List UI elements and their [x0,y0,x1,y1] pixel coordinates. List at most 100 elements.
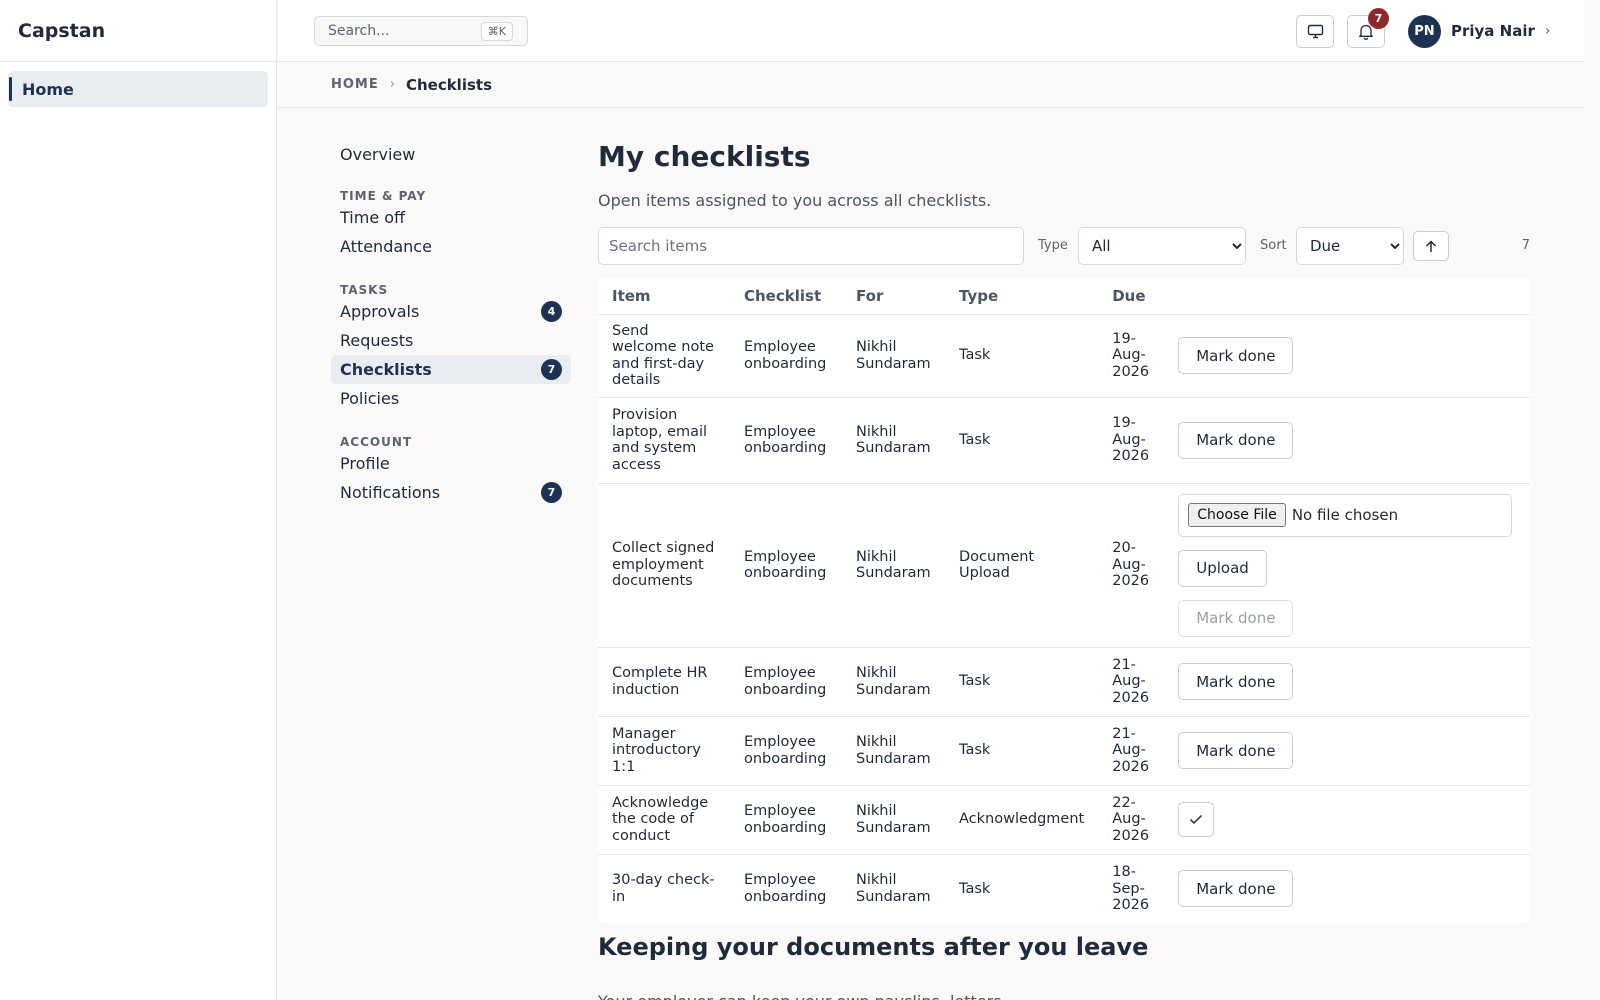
top-bar: ⌘K 7 PN Priya Nair › [278,0,1584,62]
cell-type: Task [945,647,1099,717]
sort-label: Sort [1260,238,1287,253]
global-search[interactable]: ⌘K [314,16,528,46]
cell-item: Complete HR induction [598,647,730,717]
arrow-up-icon [1425,239,1437,252]
subnav-requests[interactable]: Requests [331,326,571,355]
table-row: Collect signed employment documents Empl… [598,483,1530,648]
type-filter-label: Type [1038,238,1068,253]
sort-direction-button[interactable] [1413,231,1449,261]
mark-done-button[interactable]: Mark done [1178,663,1294,700]
mark-done-button[interactable]: Mark done [1178,870,1294,908]
cell-checklist: Employee onboarding [744,872,827,905]
cell-for: Nikhil Sundaram [842,647,945,717]
cell-actions: Mark done [1164,397,1530,484]
subnav-overview[interactable]: Overview [331,140,571,169]
check-icon [1190,814,1203,825]
column-header-due: Due [1098,278,1165,315]
cell-actions: Mark done [1164,716,1530,786]
sort-select[interactable]: Due [1296,227,1404,265]
cell-checklist: Employee onboarding [730,314,842,398]
cell-for: Nikhil Sundaram [842,716,945,786]
search-shortcut-hint: ⌘K [480,22,513,41]
cell-item: Acknowledge the code of conduct [598,785,730,855]
breadcrumb-current: Checklists [405,75,492,94]
display-button[interactable] [1296,15,1334,48]
type-filter-select[interactable]: All [1078,227,1246,265]
upload-button[interactable]: Upload [1178,549,1267,587]
cell-checklist: Employee onboarding [730,483,842,648]
cell-type: Task [945,314,1099,398]
cell-checklist: Employee onboarding [730,785,842,855]
section-heading-documents: Keeping your documents after you leave [598,933,1149,961]
chevron-right-icon: › [1544,23,1551,39]
result-count: 7 [1521,238,1530,253]
table-row: Send welcome note and first-day details … [598,314,1530,398]
column-header-item: Item [598,278,730,315]
file-input[interactable]: Choose File No file chosen [1178,493,1513,537]
subnav-checklists-label: Checklists [340,360,432,379]
cell-due: 18-Sep-2026 [1112,864,1150,913]
page-title: My checklists [598,140,811,173]
mark-done-button[interactable]: Mark done [1178,337,1294,374]
app-sidebar: Capstan Home [0,0,277,1000]
checklists-count-badge: 7 [541,359,562,380]
cell-item: Provision laptop, email and system acces… [598,397,730,484]
mark-done-button[interactable]: Mark done [1178,421,1294,459]
cell-checklist: Employee onboarding [730,397,842,484]
notification-count-badge: 7 [1368,8,1389,29]
user-name: Priya Nair [1451,22,1535,40]
cell-actions: Mark done [1164,314,1530,398]
cell-due: 20-Aug-2026 [1098,483,1165,648]
subnav-profile[interactable]: Profile [331,449,571,478]
search-items-input[interactable] [598,227,1024,265]
cell-for: Nikhil Sundaram [842,483,945,648]
subnav-notifications-label: Notifications [340,483,441,502]
cell-item: 30-day check-in [612,872,715,905]
subnav-policies[interactable]: Policies [331,384,571,413]
notifications-count-badge: 7 [541,482,562,503]
mark-done-button-disabled: Mark done [1178,599,1294,637]
checklist-items-table: Item Checklist For Type Due Send welcome… [598,278,1530,923]
cell-checklist: Employee onboarding [730,647,842,717]
cell-type: Task [945,716,1099,786]
table-row: 30-day check-in Employee onboarding Nikh… [598,854,1530,923]
acknowledge-checkbox[interactable] [1178,802,1215,837]
choose-file-button[interactable]: Choose File [1188,503,1286,527]
approvals-count-badge: 4 [541,301,562,322]
cell-item: Collect signed employment documents [598,483,730,648]
cell-due: 21-Aug-2026 [1098,716,1165,786]
upload-actions: Choose File No file chosen Upload Mark d… [1178,492,1516,639]
avatar: PN [1408,14,1441,48]
cell-actions: Choose File No file chosen Upload Mark d… [1164,483,1530,648]
table-row: Manager introductory 1:1 Employee onboar… [598,716,1530,786]
file-status-text: No file chosen [1291,505,1399,524]
mark-done-button[interactable]: Mark done [1178,732,1294,769]
cell-for: Nikhil Sundaram [856,872,931,905]
cell-type: Task [959,880,991,897]
subnav-approvals-label: Approvals [340,302,420,321]
sidebar-item-home[interactable]: Home [8,71,268,107]
table-header-row: Item Checklist For Type Due [598,278,1530,315]
cell-for: Nikhil Sundaram [842,397,945,484]
main-content: My checklists Open items assigned to you… [598,140,1530,1000]
cell-due: 21-Aug-2026 [1098,647,1165,717]
monitor-icon [1307,24,1323,39]
subnav-checklists[interactable]: Checklists 7 [331,355,571,384]
breadcrumb-home[interactable]: HOME [331,77,379,92]
table-row: Acknowledge the code of conduct Employee… [598,785,1530,855]
subnav-time-off[interactable]: Time off [331,203,571,232]
table-row: Provision laptop, email and system acces… [598,397,1530,484]
brand-logo[interactable]: Capstan [0,0,276,62]
user-menu[interactable]: PN Priya Nair › [1408,14,1550,48]
subnav-section-time-pay: TIME & PAY [340,189,427,203]
cell-type: Task [945,397,1099,484]
breadcrumb-separator: › [389,77,395,92]
subnav-notifications[interactable]: Notifications 7 [331,478,571,507]
cell-type: Document Upload [945,483,1099,648]
subnav-approvals[interactable]: Approvals 4 [331,297,571,326]
global-search-input[interactable] [328,23,468,39]
column-header-checklist: Checklist [730,278,842,315]
cell-actions: Mark done [1164,854,1530,923]
subnav-attendance[interactable]: Attendance [331,232,571,261]
breadcrumb: HOME › Checklists [278,62,1584,108]
